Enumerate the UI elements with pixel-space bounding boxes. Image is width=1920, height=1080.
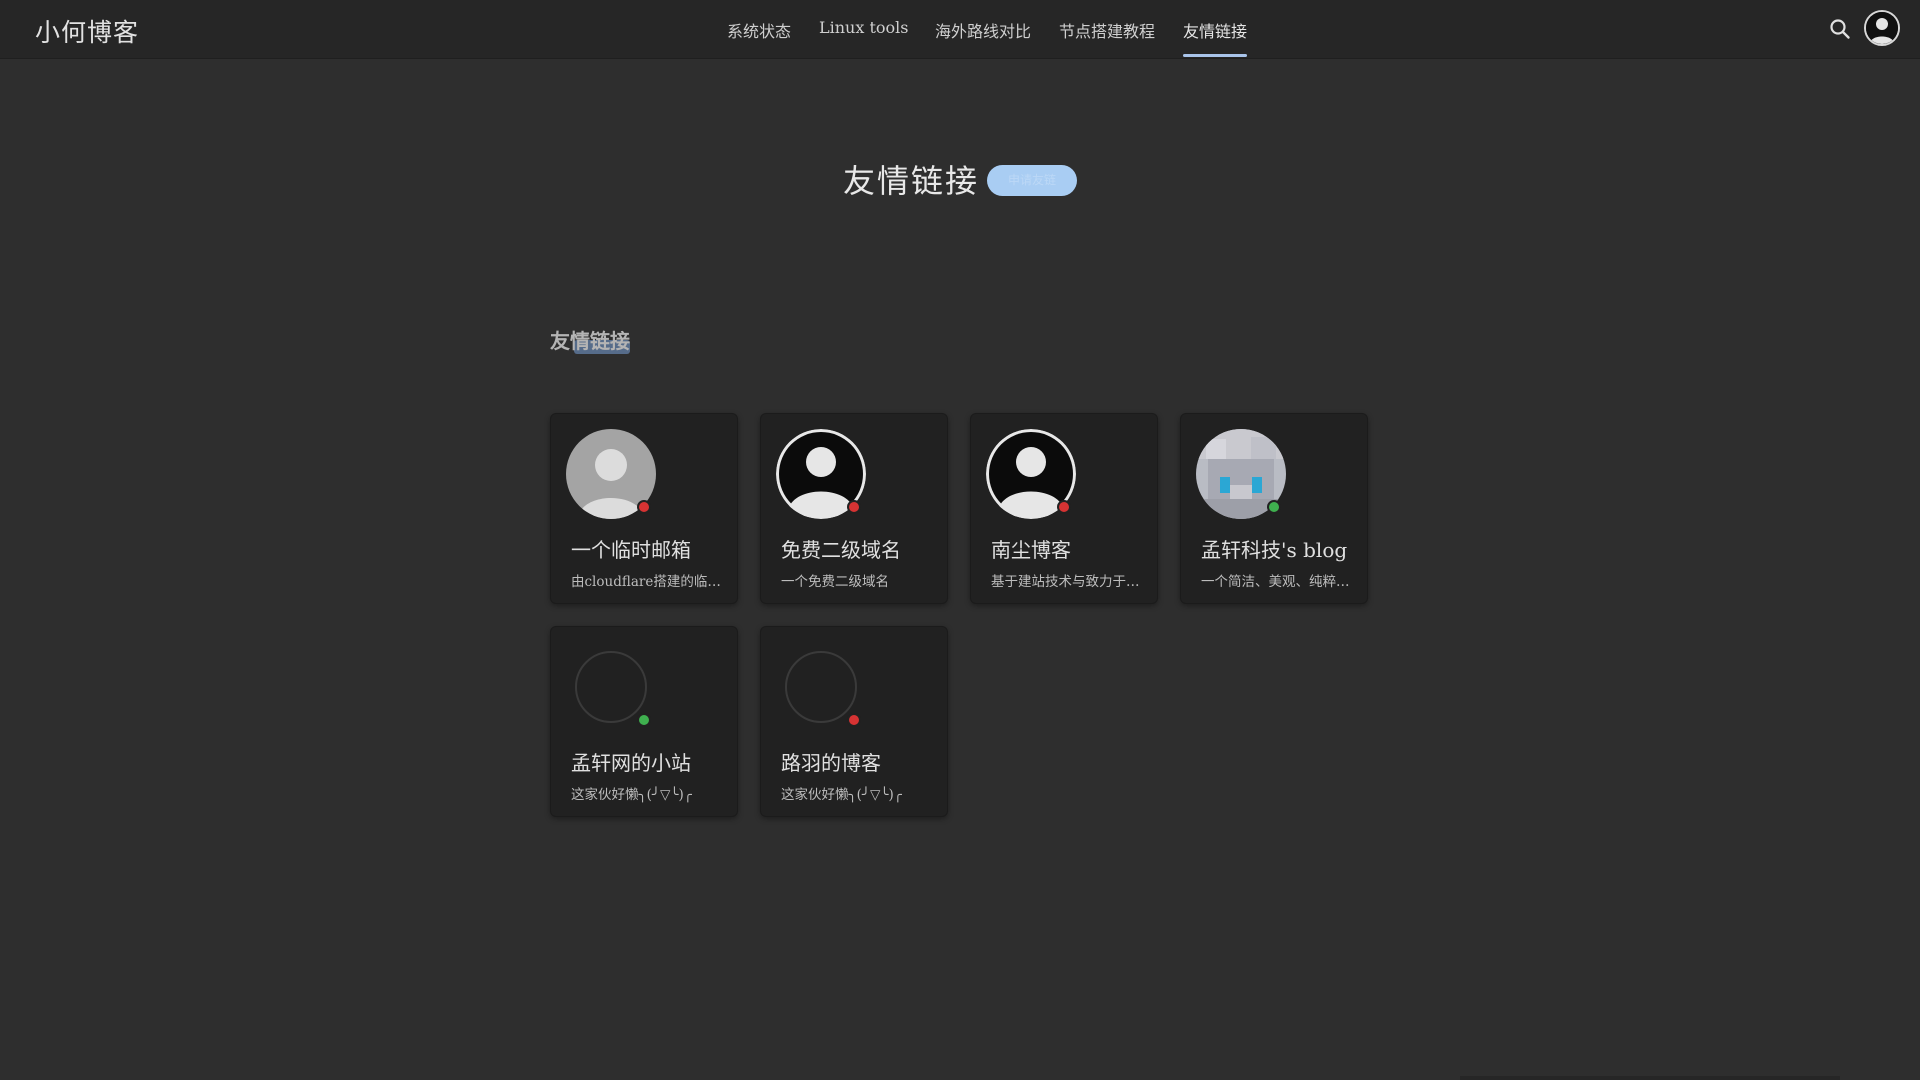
- link-name: 免费二级域名: [781, 538, 901, 562]
- link-desc: 一个免费二级域名: [781, 574, 889, 590]
- apply-link-badge[interactable]: 申请友链: [987, 165, 1077, 196]
- link-desc: 基于建站技术与致力于分享: [991, 574, 1141, 590]
- bottom-strip: [1460, 1076, 1840, 1080]
- link-card[interactable]: 孟轩网的小站 这家伙好懒╮(╯▽╰)╭: [550, 626, 738, 817]
- online-status-dot: [1267, 500, 1281, 514]
- site-avatar-placeholder-icon: [575, 651, 647, 723]
- link-card[interactable]: 免费二级域名 一个免费二级域名: [760, 413, 948, 604]
- online-status-dot: [637, 713, 651, 727]
- top-header: 小何博客 系统状态 Linux tools 海外路线对比 节点搭建教程 友情链接: [0, 0, 1920, 59]
- nav-item-friend-links[interactable]: 友情链接: [1183, 18, 1247, 42]
- link-desc: 这家伙好懒╮(╯▽╰)╭: [571, 787, 692, 803]
- link-card[interactable]: 孟轩科技's blog 一个简洁、美观、纯粹的博客: [1180, 413, 1368, 604]
- link-name: 南尘博客: [991, 538, 1071, 562]
- main-nav: 系统状态 Linux tools 海外路线对比 节点搭建教程 友情链接: [0, 0, 1920, 58]
- link-desc: 一个简洁、美观、纯粹的博客: [1201, 574, 1351, 590]
- nav-item-route-comparison[interactable]: 海外路线对比: [935, 18, 1031, 42]
- link-name: 一个临时邮箱: [571, 538, 691, 562]
- link-card[interactable]: 南尘博客 基于建站技术与致力于分享: [970, 413, 1158, 604]
- site-avatar-placeholder-icon: [785, 651, 857, 723]
- link-card[interactable]: 路羽的博客 这家伙好懒╮(╯▽╰)╭: [760, 626, 948, 817]
- nav-item-linux-tools[interactable]: Linux tools: [819, 18, 908, 37]
- offline-status-dot: [1057, 500, 1071, 514]
- link-name: 孟轩网的小站: [571, 751, 691, 775]
- nav-item-system-status[interactable]: 系统状态: [727, 18, 791, 42]
- offline-status-dot: [847, 713, 861, 727]
- search-icon[interactable]: [1829, 18, 1851, 40]
- nav-active-indicator: [1183, 54, 1247, 57]
- page-title: 友情链接: [843, 162, 980, 200]
- user-avatar-icon[interactable]: [1864, 10, 1900, 46]
- link-desc: 由cloudflare搭建的临时邮箱: [571, 574, 721, 590]
- link-name: 路羽的博客: [781, 751, 881, 775]
- link-desc: 这家伙好懒╮(╯▽╰)╭: [781, 787, 902, 803]
- link-card[interactable]: 一个临时邮箱 由cloudflare搭建的临时邮箱: [550, 413, 738, 604]
- section-heading: 友情链接: [550, 329, 630, 353]
- nav-item-node-tutorial[interactable]: 节点搭建教程: [1059, 18, 1155, 42]
- offline-status-dot: [847, 500, 861, 514]
- link-name: 孟轩科技's blog: [1201, 538, 1348, 562]
- offline-status-dot: [637, 500, 651, 514]
